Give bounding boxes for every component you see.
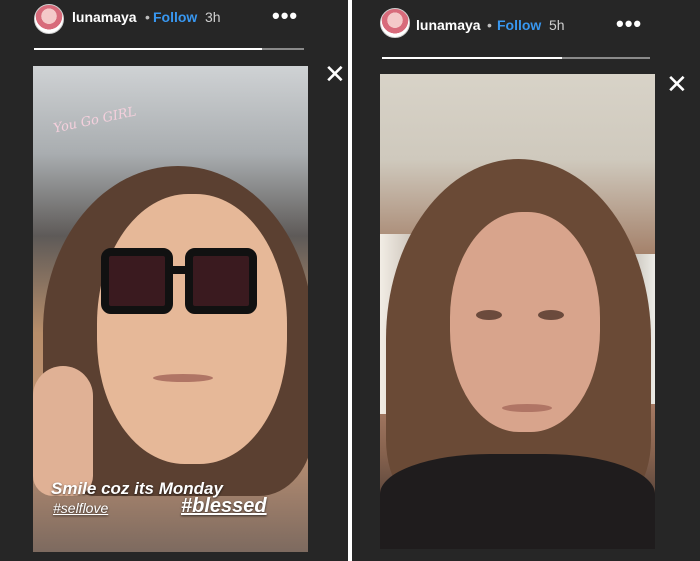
avatar[interactable] bbox=[380, 8, 410, 38]
timestamp: 5h bbox=[549, 17, 565, 33]
more-options-icon[interactable]: ••• bbox=[272, 3, 298, 29]
follow-button[interactable]: Follow bbox=[153, 9, 197, 25]
story-photo[interactable]: You Go GIRL Smile coz its Monday #selflo… bbox=[33, 66, 308, 552]
story-panel-right: lunamaya • Follow 5h ••• ✕ bbox=[352, 0, 700, 561]
face bbox=[450, 212, 600, 432]
hand-peace-sign bbox=[33, 366, 93, 496]
timestamp: 3h bbox=[205, 9, 221, 25]
face bbox=[97, 194, 287, 464]
story-header: lunamaya • Follow 5h ••• bbox=[352, 0, 700, 40]
story-photo[interactable] bbox=[380, 74, 655, 549]
you-go-girl-sticker: You Go GIRL bbox=[52, 104, 138, 137]
follow-button[interactable]: Follow bbox=[497, 17, 541, 33]
more-options-icon[interactable]: ••• bbox=[616, 11, 642, 37]
story-panel-left: lunamaya • Follow 3h ••• You Go GIRL Smi… bbox=[0, 0, 348, 561]
separator-dot: • bbox=[487, 17, 492, 33]
username[interactable]: lunamaya bbox=[416, 17, 481, 33]
close-icon[interactable]: ✕ bbox=[666, 71, 688, 97]
hoodie bbox=[380, 454, 655, 549]
progress-segment bbox=[562, 57, 650, 59]
close-icon[interactable]: ✕ bbox=[324, 61, 346, 87]
separator-dot: • bbox=[145, 9, 150, 25]
story-header: lunamaya • Follow 3h ••• bbox=[0, 0, 348, 40]
sunglasses bbox=[101, 248, 261, 316]
avatar[interactable] bbox=[34, 4, 64, 34]
story-progress-bar bbox=[34, 48, 304, 51]
hashtag-blessed[interactable]: #blessed bbox=[181, 495, 267, 518]
hashtag-selflove[interactable]: #selflove bbox=[53, 500, 108, 516]
story-progress-bar bbox=[382, 57, 650, 60]
username[interactable]: lunamaya bbox=[72, 9, 137, 25]
progress-segment-active bbox=[382, 57, 562, 59]
progress-segment bbox=[262, 48, 304, 50]
progress-segment-active bbox=[34, 48, 262, 50]
